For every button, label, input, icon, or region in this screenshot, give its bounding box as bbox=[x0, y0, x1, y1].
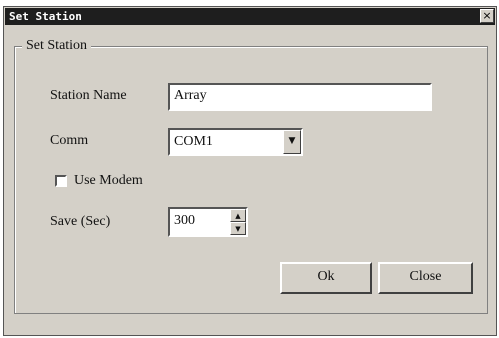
chevron-down-icon[interactable]: ▼ bbox=[230, 222, 246, 235]
close-icon[interactable]: × bbox=[480, 9, 494, 23]
ok-button[interactable]: Ok bbox=[280, 262, 372, 294]
comm-select[interactable]: COM1 ▼ bbox=[168, 128, 303, 156]
save-sec-label: Save (Sec) bbox=[50, 214, 111, 229]
use-modem-label[interactable]: Use Modem bbox=[74, 173, 143, 189]
chevron-down-icon[interactable]: ▼ bbox=[283, 130, 301, 154]
station-name-input[interactable]: Array bbox=[168, 83, 432, 111]
chevron-up-icon[interactable]: ▲ bbox=[230, 209, 246, 222]
close-button[interactable]: Close bbox=[378, 262, 473, 294]
use-modem-checkbox[interactable] bbox=[55, 175, 67, 187]
comm-selected-value: COM1 bbox=[174, 134, 213, 149]
window-title: Set Station bbox=[9, 10, 82, 23]
title-bar[interactable]: Set Station × bbox=[5, 8, 495, 25]
comm-label: Comm bbox=[50, 133, 89, 148]
group-label: Set Station bbox=[22, 38, 92, 54]
save-sec-value: 300 bbox=[174, 213, 195, 228]
save-sec-spinner[interactable]: 300 ▲ ▼ bbox=[168, 207, 248, 237]
station-name-label: Station Name bbox=[50, 88, 127, 103]
